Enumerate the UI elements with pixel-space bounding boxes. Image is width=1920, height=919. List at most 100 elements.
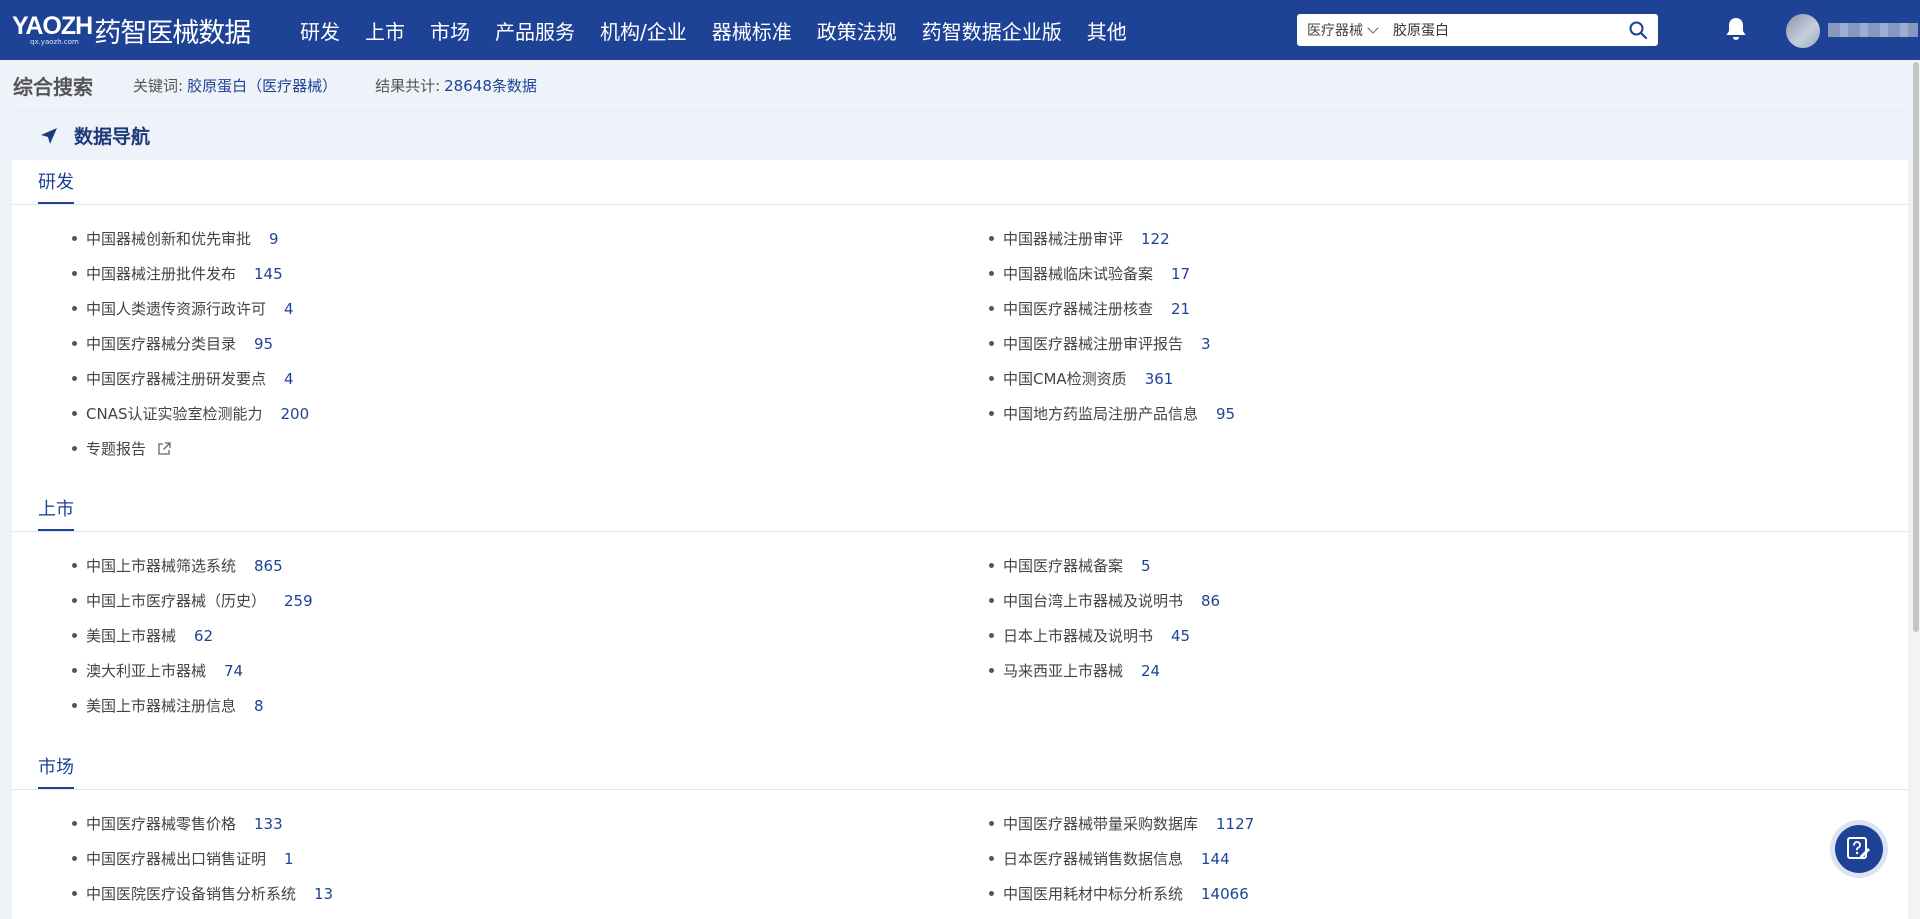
list-item[interactable]: 中国器械临床试验备案 17 [989, 263, 1190, 284]
list-item[interactable]: 日本医疗器械销售数据信息 144 [989, 848, 1230, 869]
item-label: 日本医疗器械销售数据信息 [1003, 850, 1184, 868]
bullet [72, 236, 77, 241]
search-category-label: 医疗器械 [1307, 23, 1363, 39]
search-category-select[interactable]: 医疗器械 [1297, 20, 1393, 40]
search-input[interactable] [1393, 22, 1613, 38]
item-count: 5 [1141, 556, 1151, 575]
list-item-special-report[interactable]: 专题报告 [72, 438, 172, 459]
bullet [989, 668, 994, 673]
item-count: 13 [314, 884, 334, 903]
item-label: CNAS认证实验室检测能力 [86, 405, 263, 423]
item-label: 中国医疗器械零售价格 [86, 815, 237, 833]
list-item[interactable]: 中国器械创新和优先审批 9 [72, 228, 279, 249]
logo-mark: yaozh qx.yaozh.com [12, 12, 93, 47]
item-count: 1 [284, 849, 294, 868]
nav-item-other[interactable]: 其他 [1087, 16, 1127, 45]
list-item[interactable]: 中国器械注册批件发布 145 [72, 263, 283, 284]
item-count: 74 [224, 661, 244, 680]
item-count: 14066 [1201, 884, 1249, 903]
navigation-arrow-icon [41, 127, 57, 144]
list-item[interactable]: 日本上市器械及说明书 45 [989, 625, 1190, 646]
item-label: 中国医疗器械注册研发要点 [86, 370, 267, 388]
help-float-button[interactable] [1830, 820, 1888, 878]
nav-item-institutions[interactable]: 机构/企业 [600, 16, 687, 45]
bullet [72, 891, 77, 896]
list-item[interactable]: 中国上市医疗器械（历史） 259 [72, 590, 313, 611]
list-item[interactable]: 马来西亚上市器械 24 [989, 660, 1160, 681]
nav-item-market[interactable]: 市场 [430, 16, 470, 45]
item-count: 9 [269, 229, 279, 248]
item-count: 24 [1141, 661, 1161, 680]
item-count: 1127 [1216, 814, 1255, 833]
list-item[interactable]: 美国上市器械 62 [72, 625, 213, 646]
item-label: 美国上市器械 [86, 627, 177, 645]
nav-item-standards[interactable]: 器械标准 [712, 16, 792, 45]
section-tab-rd[interactable]: 研发 [38, 168, 74, 204]
nav-item-enterprise[interactable]: 药智数据企业版 [922, 16, 1062, 45]
list-item[interactable]: 中国人类遗传资源行政许可 4 [72, 298, 294, 319]
username-blurred[interactable] [1828, 23, 1918, 37]
bullet [989, 563, 994, 568]
scrollbar-thumb[interactable] [1913, 62, 1919, 632]
bullet [72, 376, 77, 381]
section-tab-listing[interactable]: 上市 [38, 495, 74, 531]
bullet [989, 271, 994, 276]
external-link-icon [158, 441, 171, 455]
nav-item-products[interactable]: 产品服务 [495, 16, 575, 45]
list-item[interactable]: 中国器械注册审评 122 [989, 228, 1170, 249]
nav-item-policy[interactable]: 政策法规 [817, 16, 897, 45]
item-label: 专题报告 [86, 440, 147, 458]
bullet [989, 376, 994, 381]
item-count: 8 [254, 696, 264, 715]
section-tab-market[interactable]: 市场 [38, 753, 74, 789]
list-item[interactable]: 澳大利亚上市器械 74 [72, 660, 243, 681]
total-label: 结果共计: [375, 76, 441, 95]
item-label: 马来西亚上市器械 [1003, 662, 1124, 680]
item-count: 4 [284, 369, 294, 388]
item-count: 145 [254, 264, 283, 283]
nav-item-listing[interactable]: 上市 [365, 16, 405, 45]
keyword-value: 胶原蛋白（医疗器械） [187, 76, 338, 95]
item-label: 中国医疗器械分类目录 [86, 335, 237, 353]
list-item[interactable]: 中国医疗器械带量采购数据库 1127 [989, 813, 1254, 834]
list-item[interactable]: 中国医疗器械注册研发要点 4 [72, 368, 294, 389]
list-item[interactable]: 中国医院医疗设备销售分析系统 13 [72, 883, 333, 904]
list-item[interactable]: 中国医疗器械零售价格 133 [72, 813, 283, 834]
list-item[interactable]: 中国医用耗材中标分析系统 14066 [989, 883, 1249, 904]
avatar[interactable] [1786, 14, 1820, 48]
logo[interactable]: yaozh qx.yaozh.com 药智医械数据 [12, 11, 282, 50]
logo-english: yaozh [12, 12, 93, 40]
top-navigation-bar: yaozh qx.yaozh.com 药智医械数据 研发 上市 市场 产品服务 … [0, 0, 1920, 60]
search-icon[interactable] [1628, 20, 1648, 40]
nav-item-rd[interactable]: 研发 [300, 16, 340, 45]
bullet [72, 306, 77, 311]
item-count: 4 [284, 299, 294, 318]
bullet [72, 856, 77, 861]
list-item[interactable]: 中国医疗器械注册核查 21 [989, 298, 1190, 319]
list-item[interactable]: 中国医疗器械备案 5 [989, 555, 1151, 576]
list-item[interactable]: 中国台湾上市器械及说明书 86 [989, 590, 1220, 611]
list-item[interactable]: 中国上市器械筛选系统 865 [72, 555, 283, 576]
list-item[interactable]: 中国医疗器械分类目录 95 [72, 333, 273, 354]
logo-chinese: 药智医械数据 [94, 17, 251, 49]
data-navigation-panel: 数据导航 研发 中国器械创新和优先审批 9 中国器械注册审评 122 中国器械注册批… [12, 110, 1908, 919]
bullet [72, 341, 77, 346]
list-item[interactable]: CNAS认证实验室检测能力 200 [72, 403, 309, 424]
search-box: 医疗器械 [1297, 14, 1658, 46]
item-label: 中国器械创新和优先审批 [86, 230, 252, 248]
bullet [989, 598, 994, 603]
item-label: 中国医疗器械注册核查 [1003, 300, 1154, 318]
bullet [72, 821, 77, 826]
list-item[interactable]: 中国CMA检测资质 361 [989, 368, 1173, 389]
item-label: 中国上市器械筛选系统 [86, 557, 237, 575]
bullet [72, 668, 77, 673]
list-item[interactable]: 中国地方药监局注册产品信息 95 [989, 403, 1235, 424]
list-item[interactable]: 美国上市器械注册信息 8 [72, 695, 264, 716]
list-item[interactable]: 中国医疗器械出口销售证明 1 [72, 848, 294, 869]
section-divider [12, 531, 1908, 532]
bell-icon[interactable] [1724, 16, 1748, 42]
search-summary: 综合搜索 关键词: 胶原蛋白（医疗器械） 结果共计: 28648条数据 [13, 70, 575, 100]
bullet [72, 598, 77, 603]
bullet [989, 891, 994, 896]
list-item[interactable]: 中国医疗器械注册审评报告 3 [989, 333, 1211, 354]
